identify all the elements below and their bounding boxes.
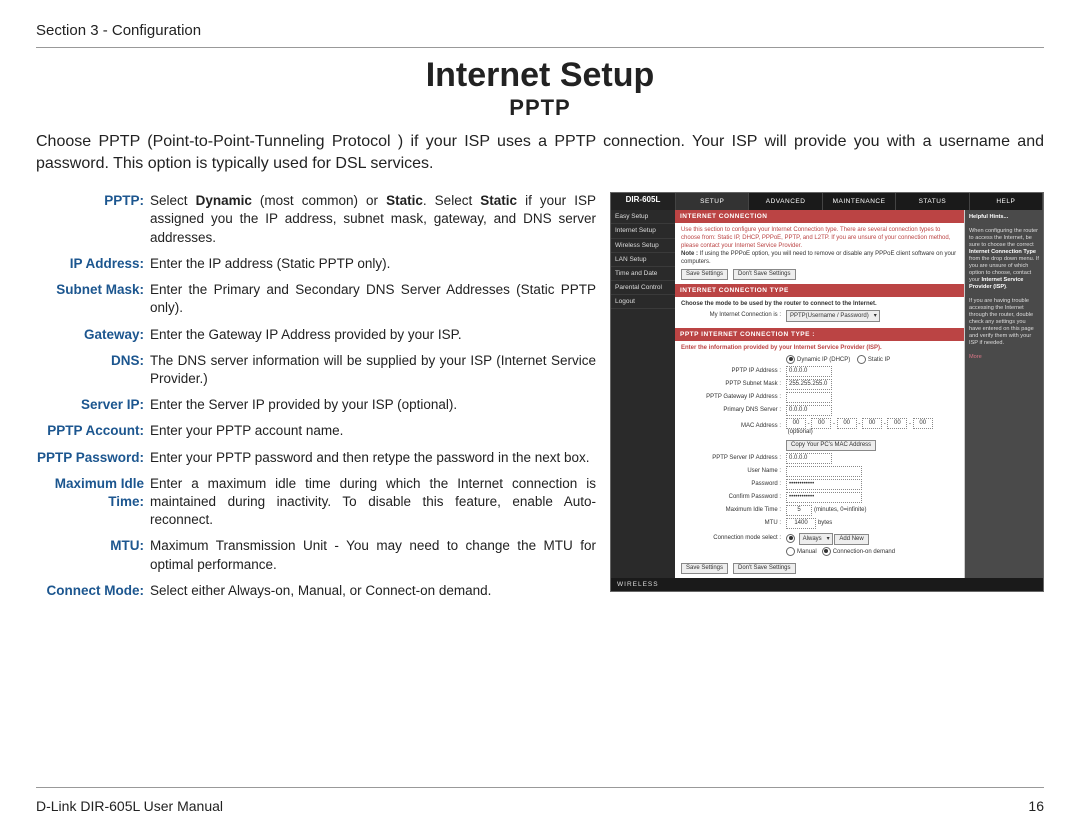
sidebar-item-lan[interactable]: LAN Setup [611,253,675,267]
mtu-input[interactable]: 1400 [786,518,816,529]
pptp-ip-input[interactable]: 0.0.0.0 [786,366,832,377]
mac-seg[interactable]: 00 [887,418,907,429]
definition-term: IP Address: [36,255,150,273]
definition-desc: Select either Always-on, Manual, or Conn… [150,582,596,600]
idle-input[interactable]: 5 [786,505,812,516]
copy-mac-button[interactable]: Copy Your PC's MAC Address [786,440,876,451]
definition-term: Gateway: [36,326,150,344]
definition-term: Maximum Idle Time: [36,475,150,530]
definition-row: Subnet Mask:Enter the Primary and Second… [36,281,596,317]
sec3-sub: Enter the information provided by your I… [681,345,958,353]
section1-note2: Note : If using the PPPoE option, you wi… [681,251,958,267]
sidebar-item-time[interactable]: Time and Date [611,267,675,281]
section1-note: Use this section to configure your Inter… [681,227,958,250]
definition-row: Connect Mode:Select either Always-on, Ma… [36,582,596,600]
sidebar: Easy Setup Internet Setup Wireless Setup… [611,210,675,577]
definition-term: Server IP: [36,396,150,414]
sidebar-item-parental[interactable]: Parental Control [611,281,675,295]
save-button-bottom[interactable]: Save Settings [681,563,728,574]
definition-term: Connect Mode: [36,582,150,600]
sidebar-item-logout[interactable]: Logout [611,295,675,309]
section-pptp: PPTP INTERNET CONNECTION TYPE : [675,328,964,341]
sidebar-item-internet[interactable]: Internet Setup [611,224,675,238]
sidebar-item-wireless[interactable]: Wireless Setup [611,239,675,253]
mac-seg[interactable]: 00 [837,418,857,429]
definition-term: PPTP Account: [36,422,150,440]
bottom-rule [36,787,1044,788]
page-subtitle: PPTP [36,95,1044,121]
tab-advanced[interactable]: ADVANCED [749,193,822,210]
definition-row: Server IP:Enter the Server IP provided b… [36,396,596,414]
definition-row: PPTP Account:Enter your PPTP account nam… [36,422,596,440]
help-panel: Helpful Hints... When configuring the ro… [965,210,1043,577]
password-input[interactable]: •••••••••••• [786,479,862,490]
footer-left: D-Link DIR-605L User Manual [36,798,223,814]
sec2-sub: Choose the mode to be used by the router… [681,301,958,308]
definition-desc: Select Dynamic (most common) or Static. … [150,192,596,247]
section-conn-type: INTERNET CONNECTION TYPE [675,284,964,297]
tab-status[interactable]: STATUS [896,193,969,210]
definition-row: Maximum Idle Time:Enter a maximum idle t… [36,475,596,530]
section-internet-connection: INTERNET CONNECTION [675,210,964,223]
definition-desc: Enter a maximum idle time during which t… [150,475,596,530]
definition-row: MTU:Maximum Transmission Unit - You may … [36,537,596,573]
definition-desc: Maximum Transmission Unit - You may need… [150,537,596,573]
cmode-radio-demand[interactable] [822,547,831,556]
definition-desc: Enter the Gateway IP Address provided by… [150,326,596,344]
tab-maintenance[interactable]: MAINTENANCE [823,193,896,210]
tab-setup[interactable]: SETUP [676,193,749,210]
router-screenshot: DIR-605L SETUP ADVANCED MAINTENANCE STAT… [610,192,1044,781]
mac-seg[interactable]: 00 [811,418,831,429]
definition-desc: Enter the Server IP provided by your ISP… [150,396,596,414]
page-number: 16 [1028,798,1044,814]
cmode-select[interactable]: Always [799,533,833,545]
radio-static[interactable] [857,355,866,364]
definition-desc: Enter the IP address (Static PPTP only). [150,255,596,273]
dont-save-button-bottom[interactable]: Don't Save Settings [733,563,796,574]
section-header: Section 3 - Configuration [36,22,1044,39]
dont-save-button-top[interactable]: Don't Save Settings [733,269,796,280]
confirm-password-input[interactable]: •••••••••••• [786,492,862,503]
cmode-radio-manual[interactable] [786,547,795,556]
definition-term: PPTP Password: [36,449,150,467]
brand-badge: DIR-605L [611,193,676,210]
mac-seg[interactable]: 00 [786,418,806,429]
sidebar-item-easy[interactable]: Easy Setup [611,210,675,224]
definition-term: DNS: [36,352,150,388]
username-input[interactable] [786,466,862,477]
pptp-mask-input[interactable]: 255.255.255.0 [786,379,832,390]
definition-desc: The DNS server information will be suppl… [150,352,596,388]
definition-desc: Enter your PPTP account name. [150,422,596,440]
definition-desc: Enter your PPTP password and then retype… [150,449,596,467]
definition-row: IP Address:Enter the IP address (Static … [36,255,596,273]
add-new-button[interactable]: Add New [834,534,868,545]
definition-term: PPTP: [36,192,150,247]
top-rule [36,47,1044,48]
footbar-wireless: WIRELESS [611,578,1043,591]
pptp-gw-input[interactable] [786,392,832,403]
definitions-list: PPTP:Select Dynamic (most common) or Sta… [36,192,596,781]
definition-row: PPTP Password:Enter your PPTP password a… [36,449,596,467]
help-more-link[interactable]: More [969,354,982,360]
intro-paragraph: Choose PPTP (Point-to-Point-Tunneling Pr… [36,131,1044,174]
save-button-top[interactable]: Save Settings [681,269,728,280]
definition-term: MTU: [36,537,150,573]
mac-seg[interactable]: 00 [913,418,933,429]
definition-desc: Enter the Primary and Secondary DNS Serv… [150,281,596,317]
pptp-dns-input[interactable]: 0.0.0.0 [786,405,832,416]
mac-seg[interactable]: 00 [862,418,882,429]
radio-dynamic[interactable] [786,355,795,364]
definition-row: DNS:The DNS server information will be s… [36,352,596,388]
definition-row: Gateway:Enter the Gateway IP Address pro… [36,326,596,344]
conn-select[interactable]: PPTP(Username / Password) [786,310,880,322]
page-title: Internet Setup [36,56,1044,95]
srv-ip-input[interactable]: 0.0.0.0 [786,453,832,464]
conn-is-label: My Internet Connection is : [681,312,786,319]
tab-help[interactable]: HELP [970,193,1043,210]
cmode-radio-always[interactable] [786,534,795,543]
definition-term: Subnet Mask: [36,281,150,317]
definition-row: PPTP:Select Dynamic (most common) or Sta… [36,192,596,247]
